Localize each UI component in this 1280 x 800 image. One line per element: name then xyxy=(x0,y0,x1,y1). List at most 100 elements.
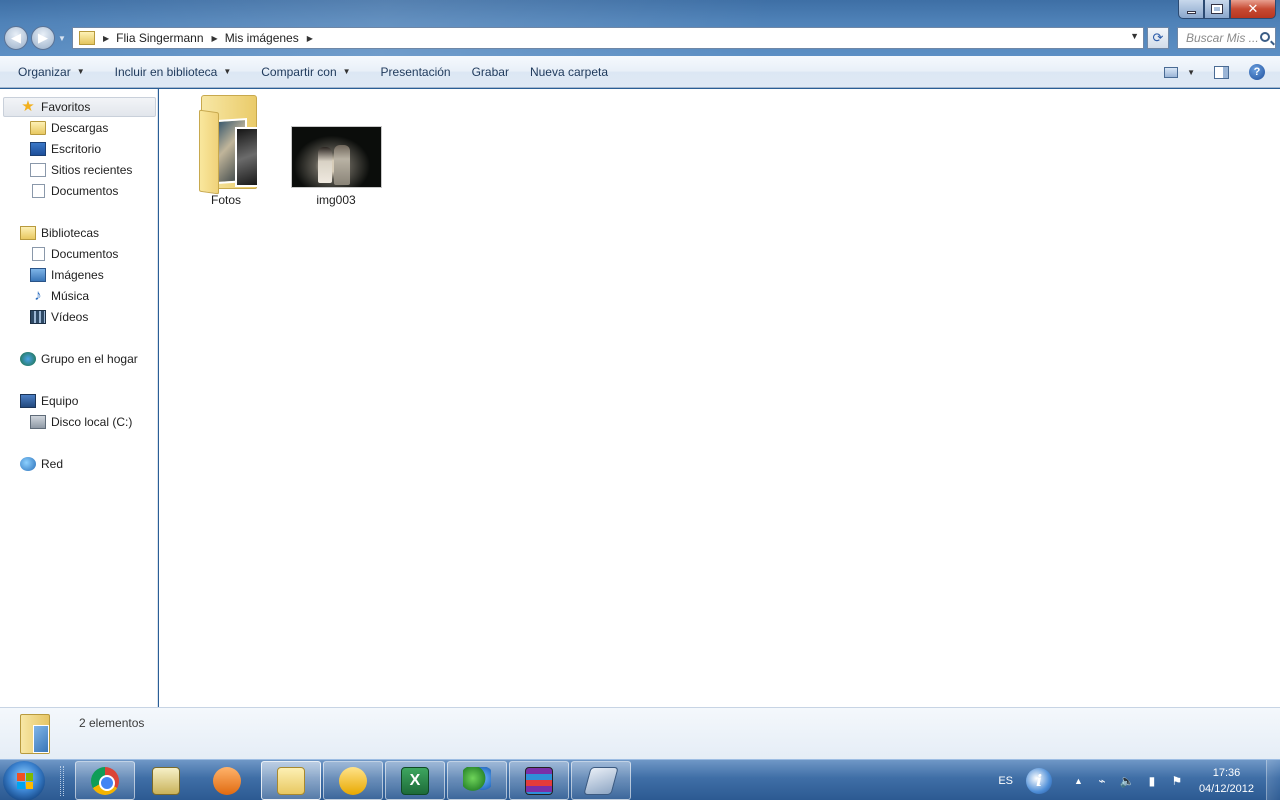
hard-drive-icon xyxy=(30,415,46,429)
maximize-button[interactable] xyxy=(1204,0,1230,19)
nav-computer[interactable]: Equipo xyxy=(20,391,78,411)
navigation-pane: ★ Favoritos Descargas Escritorio Sitios r… xyxy=(0,89,158,707)
refresh-button[interactable]: ⟳ xyxy=(1147,27,1169,49)
search-icon[interactable] xyxy=(1260,32,1270,42)
system-tray: ES i ▲ ⌁ 🔈 ▮ ⚑ 17:36 04/12/2012 xyxy=(998,760,1280,800)
clock[interactable]: 17:36 04/12/2012 xyxy=(1199,765,1254,797)
burn-button[interactable]: Grabar xyxy=(463,58,518,86)
chrome-icon xyxy=(91,766,119,795)
breadcrumb-item[interactable]: Mis imágenes xyxy=(225,31,299,45)
recent-pages-button[interactable]: ▼ xyxy=(58,34,66,43)
slideshow-button[interactable]: Presentación xyxy=(372,58,460,86)
taskbar-app-chrome[interactable] xyxy=(75,761,135,800)
share-with-button[interactable]: Compartir con ▼ xyxy=(252,58,359,86)
change-view-icon[interactable] xyxy=(1164,66,1179,78)
include-library-button[interactable]: Incluir en biblioteca ▼ xyxy=(106,58,241,86)
document-icon xyxy=(32,247,45,261)
nav-item-recent-places[interactable]: Sitios recientes xyxy=(30,160,132,180)
info-icon[interactable]: i xyxy=(1026,767,1053,794)
taskbar-app-mail[interactable] xyxy=(323,761,383,800)
taskbar-app-messenger[interactable] xyxy=(447,761,507,800)
calendar-icon xyxy=(152,766,180,795)
nav-item-images[interactable]: Imágenes xyxy=(30,265,104,285)
nav-item-videos[interactable]: Vídeos xyxy=(30,307,88,327)
view-options-chevron-icon[interactable]: ▼ xyxy=(1187,68,1195,77)
volume-icon[interactable]: 🔈 xyxy=(1119,774,1134,788)
clock-date: 04/12/2012 xyxy=(1198,782,1254,795)
taskbar-app-excel[interactable]: X xyxy=(385,761,445,800)
start-button[interactable] xyxy=(3,761,45,800)
taskbar-grip xyxy=(60,766,64,796)
music-note-icon: ♪ xyxy=(34,287,42,304)
taskbar-app-calendar[interactable] xyxy=(136,761,196,800)
nav-label: Sitios recientes xyxy=(51,163,133,177)
show-desktop-button[interactable] xyxy=(1266,760,1280,800)
taskbar-app-winrar[interactable] xyxy=(509,761,569,800)
command-bar: Organizar ▼ Incluir en biblioteca ▼ Compar… xyxy=(0,56,1280,88)
nav-item-favorite-documents[interactable]: Documentos xyxy=(30,181,118,201)
nav-label: Red xyxy=(41,457,64,471)
back-arrow-icon: ◀ xyxy=(11,30,21,45)
chevron-down-icon: ▼ xyxy=(76,67,85,76)
document-icon xyxy=(32,184,45,198)
nav-item-desktop[interactable]: Escritorio xyxy=(30,139,101,159)
breadcrumb-separator-icon[interactable]: ▶ xyxy=(103,34,109,43)
nav-label: Imágenes xyxy=(51,268,104,282)
search-input[interactable]: Buscar Mis ... xyxy=(1177,27,1276,49)
file-list: Fotos img003 xyxy=(159,89,1280,707)
breadcrumb-separator-icon[interactable]: ▶ xyxy=(307,34,313,43)
power-plug-icon[interactable]: ⌁ xyxy=(1095,774,1109,788)
recent-places-icon xyxy=(30,163,46,177)
nav-favorites[interactable]: ★ Favoritos xyxy=(3,97,156,117)
window-controls: ✕ xyxy=(1178,0,1276,19)
organize-button[interactable]: Organizar ▼ xyxy=(9,58,94,86)
computer-icon xyxy=(20,394,36,408)
new-folder-button[interactable]: Nueva carpeta xyxy=(521,58,617,86)
nav-label: Grupo en el hogar xyxy=(41,352,138,366)
nav-label: Disco local (C:) xyxy=(51,415,133,429)
file-name: Fotos xyxy=(210,193,241,207)
close-button[interactable]: ✕ xyxy=(1230,0,1276,19)
nav-label: Equipo xyxy=(41,394,79,408)
folder-icon xyxy=(79,31,95,45)
forward-arrow-icon: ▶ xyxy=(38,30,48,45)
minimize-button[interactable] xyxy=(1178,0,1204,19)
breadcrumb-item[interactable]: Flia Singermann xyxy=(116,31,203,45)
network-signal-icon[interactable]: ▮ xyxy=(1145,774,1159,788)
nav-item-downloads[interactable]: Descargas xyxy=(30,118,108,138)
address-dropdown-icon[interactable]: ▼ xyxy=(1130,31,1139,41)
minimize-icon xyxy=(1186,10,1196,14)
address-bar[interactable]: ▶ Flia Singermann ▶ Mis imágenes ▶ ▼ xyxy=(72,27,1144,49)
chevron-down-icon: ▼ xyxy=(223,67,232,76)
nav-network[interactable]: Red xyxy=(20,454,63,474)
nav-homegroup[interactable]: Grupo en el hogar xyxy=(20,349,138,369)
share-with-label: Compartir con xyxy=(261,64,337,79)
taskbar-app-explorer[interactable] xyxy=(261,761,321,800)
language-indicator[interactable]: ES xyxy=(998,775,1013,787)
nav-item-local-disk[interactable]: Disco local (C:) xyxy=(30,412,132,432)
photo-folder-icon xyxy=(199,95,259,195)
back-button[interactable]: ◀ xyxy=(4,26,28,50)
taskbar: X ES i ▲ ⌁ 🔈 ▮ ⚑ 17:36 04/12/2012 xyxy=(0,759,1280,800)
forward-button[interactable]: ▶ xyxy=(31,26,55,50)
downloads-folder-icon xyxy=(30,121,46,135)
preview-pane-icon[interactable] xyxy=(1214,65,1229,79)
nav-libraries[interactable]: Bibliotecas xyxy=(20,223,99,243)
desktop-icon xyxy=(30,142,46,156)
breadcrumb-separator-icon[interactable]: ▶ xyxy=(212,34,218,43)
refresh-icon: ⟳ xyxy=(1152,30,1164,45)
nav-item-music[interactable]: ♪ Música xyxy=(30,286,89,306)
nav-label: Escritorio xyxy=(51,142,102,156)
messenger-icon xyxy=(463,766,491,795)
nav-item-documents[interactable]: Documentos xyxy=(30,244,118,264)
media-player-icon xyxy=(213,766,241,795)
help-icon[interactable]: ? xyxy=(1249,64,1265,80)
star-icon: ★ xyxy=(21,98,35,115)
chevron-down-icon: ▼ xyxy=(342,67,351,76)
taskbar-app-scanner[interactable] xyxy=(571,761,631,800)
organize-label: Organizar xyxy=(18,64,71,79)
show-hidden-icons-icon[interactable]: ▲ xyxy=(1074,776,1083,786)
library-icon xyxy=(20,226,36,240)
taskbar-app-media-player[interactable] xyxy=(197,761,257,800)
action-center-flag-icon[interactable]: ⚑ xyxy=(1170,774,1184,788)
